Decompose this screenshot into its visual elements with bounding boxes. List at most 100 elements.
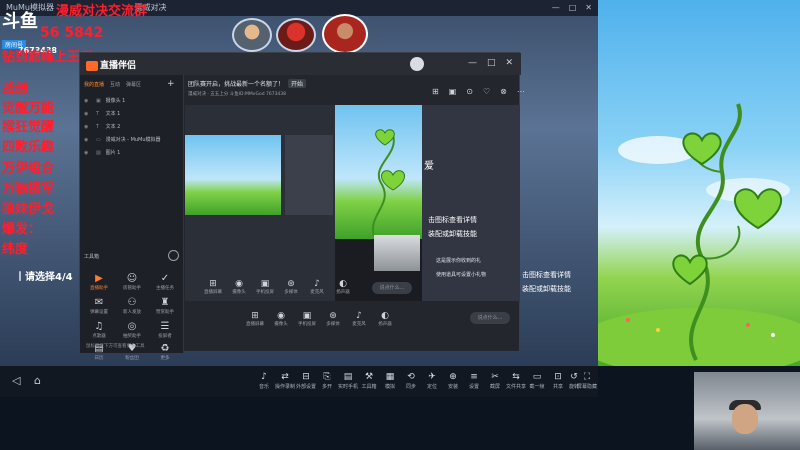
screen-icon: ⊞ xyxy=(251,311,259,321)
pick-prompt: 丨请选择4/4 xyxy=(15,272,73,283)
source-item[interactable]: ◉ ▣ 摄像头 1 xyxy=(84,97,180,107)
music-icon: ♪ xyxy=(261,372,267,382)
tab-interact[interactable]: 互动 xyxy=(110,81,120,88)
hero-avatar-3[interactable] xyxy=(322,14,368,54)
source-item[interactable]: ◉ ▨ 图片 1 xyxy=(84,149,180,159)
tool-cast[interactable]: ☰ 投屏者 xyxy=(148,321,182,339)
tool-newbie[interactable]: ⚇ 新人发放 xyxy=(115,297,149,315)
overlay-line: 爆发： xyxy=(2,222,42,237)
sync-icon: ⟲ xyxy=(407,372,415,382)
scene-tabs: 我的直播 互动 弹幕区 + xyxy=(84,80,175,89)
tool-room-manager[interactable]: ☺ 房管助手 xyxy=(115,273,149,291)
ctrl-media[interactable]: ⊛ 多媒体 xyxy=(320,311,346,327)
target-icon[interactable]: ⊙ xyxy=(466,87,473,96)
ctrl-camera[interactable]: ◉ 摄像头 xyxy=(226,279,252,295)
mic-icon: ♪ xyxy=(356,311,362,321)
ctrl-screen[interactable]: ⊞ 直播屏幕 xyxy=(242,311,268,327)
stream-preview[interactable]: 击图标查看详情 装配或卸载技能 这是展示你收到的礼 使用道具可设置小礼物 爱 xyxy=(185,105,520,301)
home-icon[interactable]: ⌂ xyxy=(34,374,41,387)
source-item[interactable]: ◉ T 文本 2 xyxy=(84,123,180,133)
scissors-icon: ✂ xyxy=(491,372,499,382)
qq-group-text: 漫威对决交流群 xyxy=(56,4,148,19)
tool-live-assistant[interactable]: ▶ 直播助手 xyxy=(82,273,116,291)
ctrl-camera[interactable]: ◉ 摄像头 xyxy=(268,311,294,327)
eye-icon[interactable]: ◉ xyxy=(84,137,92,143)
tool-toolbox[interactable]: ⚒ 工具箱 xyxy=(358,372,380,391)
screen-icon[interactable]: ▣ xyxy=(449,87,457,96)
source-item[interactable]: ◉ T 文本 1 xyxy=(84,110,180,120)
toolbox-icon: ⚒ xyxy=(364,372,374,382)
emulator-toolbar: ◁ ⌂ ♪ 音乐 ⇄ 操作录制 ⊟ 外部设置 ⎘ 多开 ▤ 实时手机 ⚒ 工具箱 ▦ 模拟 ⟲… xyxy=(0,366,598,397)
phone-icon: ▤ xyxy=(343,372,353,382)
tool-screenshot[interactable]: ✂ 截屏 xyxy=(484,372,506,391)
tool-phone[interactable]: ▤ 实时手机 xyxy=(337,372,359,391)
add-scene-icon[interactable]: + xyxy=(167,80,175,89)
tab-danmaku[interactable]: 弹幕区 xyxy=(126,81,141,88)
ctrl-mic[interactable]: ♪ 麦克风 xyxy=(304,279,330,295)
speaker-icon: ◐ xyxy=(381,311,389,321)
source-type-icon: ▨ xyxy=(96,150,101,156)
tool-icon: ⚇ xyxy=(127,297,137,308)
close-circle-icon[interactable]: ⊗ xyxy=(500,87,507,96)
stream-title: 团队赛开启，挑战最新一个名额了！ 开始 xyxy=(188,79,307,88)
chat-input[interactable]: 说点什么... xyxy=(470,312,510,324)
heart-icon[interactable]: ♡ xyxy=(483,87,490,96)
eye-icon[interactable]: ◉ xyxy=(84,150,92,156)
preview-vine-graphic xyxy=(372,129,406,240)
tab-my-stream[interactable]: 我的直播 xyxy=(84,81,104,88)
overlay-line: 纬度 xyxy=(2,242,29,257)
tool-record[interactable]: ⇄ 操作录制 xyxy=(274,372,296,391)
speaker-icon: ◐ xyxy=(339,279,347,289)
source-item[interactable]: ◉ ▭ 漫威对决 - MuMu模拟器 xyxy=(84,136,180,146)
ctrl-speaker[interactable]: ◐ 扬声器 xyxy=(372,311,398,327)
back-icon[interactable]: ◁ xyxy=(12,374,20,387)
chat-input[interactable]: 说点什么... xyxy=(372,282,412,294)
minimize-icon[interactable]: — xyxy=(552,0,560,16)
tool-locate[interactable]: ✈ 定位 xyxy=(421,372,443,391)
screen-root: MuMu模拟器 漫威对决 — □ ✕ 斗鱼 房间号 7673438 漫威对决交流… xyxy=(0,0,800,450)
grid-icon: ▦ xyxy=(385,372,395,382)
close-icon[interactable]: ✕ xyxy=(585,0,592,16)
close-icon[interactable]: ✕ xyxy=(505,58,513,68)
layout-icon[interactable]: ⊞ xyxy=(432,87,439,96)
tool-install[interactable]: ⊕ 安装 xyxy=(442,372,464,391)
user-avatar[interactable] xyxy=(410,57,424,71)
start-button[interactable]: 开始 xyxy=(288,79,307,88)
tool-multi[interactable]: ⎘ 多开 xyxy=(316,372,338,391)
tool-lottery[interactable]: ◎ 抽奖助手 xyxy=(115,321,149,339)
maximize-icon[interactable]: □ xyxy=(569,0,577,16)
hero-avatar-2[interactable] xyxy=(276,18,316,52)
tool-danmaku-settings[interactable]: ✉ 弹幕设置 xyxy=(82,297,116,315)
tool-streamer-task[interactable]: ✓ 主播任务 xyxy=(148,273,182,291)
side-tip: 击图标查看详情 xyxy=(428,216,477,224)
ctrl-phone-cast[interactable]: ▣ 手机投屏 xyxy=(294,311,320,327)
tool-file-share[interactable]: ⇆ 文件共享 xyxy=(505,372,527,391)
preview-vine-image xyxy=(335,105,423,240)
maximize-icon[interactable]: □ xyxy=(487,58,496,68)
tool-frame[interactable]: ▭ 截一帧 xyxy=(526,372,548,391)
tool-more[interactable]: ♻ 更多 xyxy=(148,343,182,361)
phone-icon: ▣ xyxy=(260,279,270,289)
tool-song-request[interactable]: ♫ 点歌器 xyxy=(82,321,116,339)
toolbox-more-icon[interactable] xyxy=(168,250,179,261)
tool-simulate[interactable]: ▦ 模拟 xyxy=(379,372,401,391)
ctrl-mic[interactable]: ♪ 麦克风 xyxy=(346,311,372,327)
eye-icon[interactable]: ◉ xyxy=(84,111,92,117)
tool-hide[interactable]: ⛶ 屏幕隐藏 xyxy=(576,372,598,391)
webcam-face xyxy=(732,404,758,434)
eye-icon[interactable]: ◉ xyxy=(84,124,92,130)
more-icon[interactable]: ⋯ xyxy=(517,87,525,96)
ctrl-screen[interactable]: ⊞ 直播屏幕 xyxy=(200,279,226,295)
eye-icon[interactable]: ◉ xyxy=(84,98,92,104)
tool-external[interactable]: ⊟ 外部设置 xyxy=(295,372,317,391)
tool-sync[interactable]: ⟲ 同步 xyxy=(400,372,422,391)
tool-reward[interactable]: ♜ 赞赏助手 xyxy=(148,297,182,315)
ctrl-media[interactable]: ⊛ 多媒体 xyxy=(278,279,304,295)
minimize-icon[interactable]: — xyxy=(468,58,477,68)
tool-settings[interactable]: ≡ 设置 xyxy=(463,372,485,391)
hero-avatar-1[interactable] xyxy=(232,18,272,52)
tool-music[interactable]: ♪ 音乐 xyxy=(253,372,275,391)
ctrl-speaker[interactable]: ◐ 扬声器 xyxy=(330,279,356,295)
screen-icon: ⊞ xyxy=(209,279,217,289)
ctrl-phone-cast[interactable]: ▣ 手机投屏 xyxy=(252,279,278,295)
